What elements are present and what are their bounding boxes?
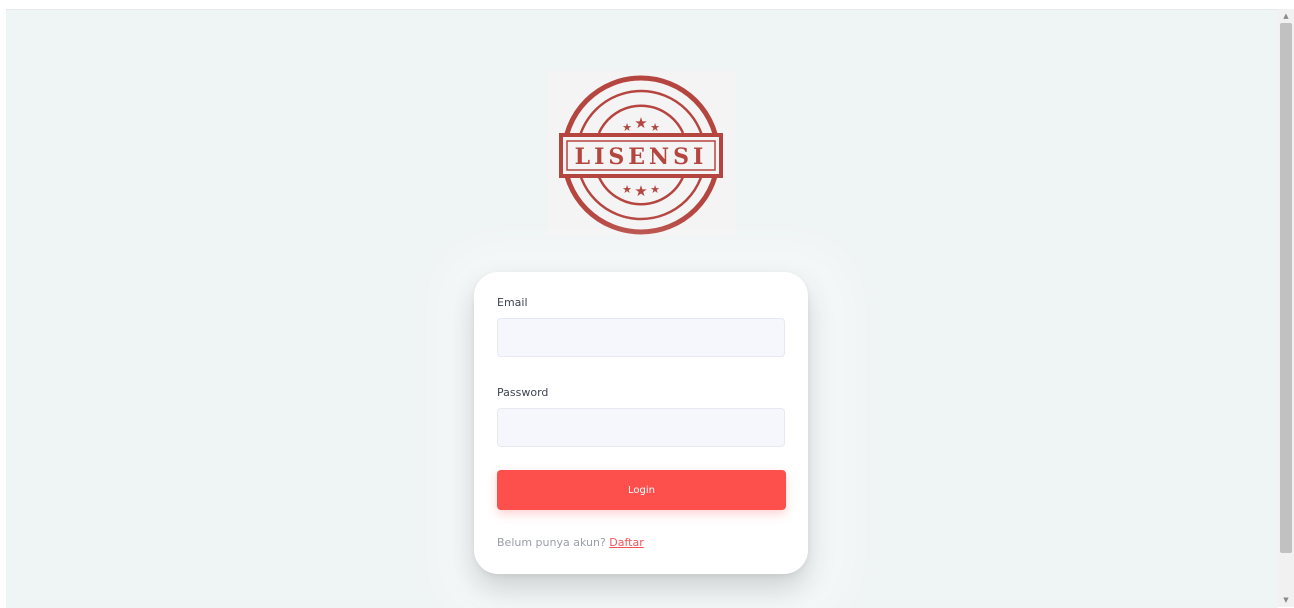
svg-text:★: ★ — [622, 183, 632, 196]
lisensi-logo: ★ ★ ★ ★ ★ ★ LISENSI — [547, 71, 735, 235]
signup-link[interactable]: Daftar — [609, 536, 643, 549]
signup-prompt: Belum punya akun? — [497, 536, 606, 549]
signup-prompt-row: Belum punya akun? Daftar — [497, 536, 644, 549]
svg-text:★: ★ — [650, 183, 660, 196]
email-input[interactable] — [497, 318, 785, 357]
svg-text:★: ★ — [634, 114, 647, 132]
arrow-up-icon[interactable]: ▲ — [1278, 9, 1294, 23]
vertical-scrollbar[interactable]: ▲ ▼ — [1278, 9, 1294, 607]
password-label: Password — [497, 386, 549, 399]
scrollbar-thumb[interactable] — [1280, 23, 1292, 553]
arrow-down-icon[interactable]: ▼ — [1278, 593, 1294, 607]
password-input[interactable] — [497, 408, 785, 447]
page-viewport: ★ ★ ★ ★ ★ ★ LISENSI Email Password Login… — [6, 9, 1278, 608]
svg-text:★: ★ — [650, 121, 660, 134]
email-label: Email — [497, 296, 528, 309]
stamp-logo-icon: ★ ★ ★ ★ ★ ★ LISENSI — [559, 75, 723, 235]
logo-text: LISENSI — [575, 144, 708, 170]
login-button[interactable]: Login — [497, 470, 786, 510]
svg-text:★: ★ — [634, 182, 647, 200]
login-card: Email Password Login Belum punya akun? D… — [474, 272, 808, 574]
svg-text:★: ★ — [622, 121, 632, 134]
